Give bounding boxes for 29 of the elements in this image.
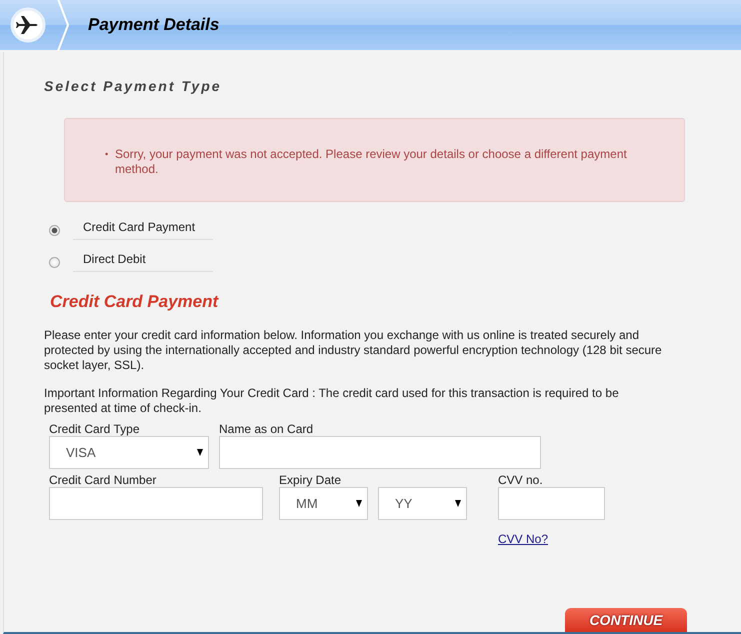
field-label: Name as on Card: [219, 422, 314, 436]
card-type-select[interactable]: VISA: [49, 436, 209, 469]
field-label: Expiry Date: [279, 473, 342, 487]
radio-label[interactable]: Credit Card Payment: [73, 220, 213, 240]
year-select[interactable]: YY: [378, 487, 467, 520]
caret-icon: [356, 500, 362, 507]
page-title: Payment Details: [88, 15, 220, 35]
form-title: Credit Card Payment: [50, 292, 220, 312]
field-label: Credit Card Type: [49, 422, 140, 436]
caret-icon: [197, 449, 203, 456]
section-title: Select Payment Type: [44, 78, 223, 94]
caret-icon: [455, 500, 461, 507]
info-paragraph: Important Information Regarding Your Credit Card : The credit card used for this transaction is required to be presented at time of check-in.: [44, 386, 620, 416]
error-message: Sorry, your payment was not accepted. Please review your details or choose a different payment method.: [115, 147, 628, 177]
field-label: CVV no.: [498, 473, 544, 487]
continue-button[interactable]: CONTINUE: [565, 608, 687, 632]
plane-icon: [10, 7, 46, 43]
radio-label[interactable]: Direct Debit: [73, 252, 213, 272]
month-select[interactable]: MM: [279, 487, 368, 520]
field-label: Credit Card Number: [49, 473, 158, 487]
info-paragraph: Please enter your credit card information below. Information you exchange with us online is treated securely and protected by using the internationally accepted and industry standard powerful encryption technology (128 bit secure socket layer, SSL).: [44, 328, 663, 373]
input-field[interactable]: [498, 487, 605, 520]
radio-button[interactable]: [49, 256, 60, 268]
radio-button[interactable]: [49, 224, 60, 236]
chevron-icon: [56, 0, 72, 51]
input-field[interactable]: [49, 487, 263, 520]
cvv-help-link[interactable]: CVV No?: [498, 532, 605, 546]
bullet-mark: •: [105, 148, 110, 161]
input-field[interactable]: [219, 436, 541, 469]
